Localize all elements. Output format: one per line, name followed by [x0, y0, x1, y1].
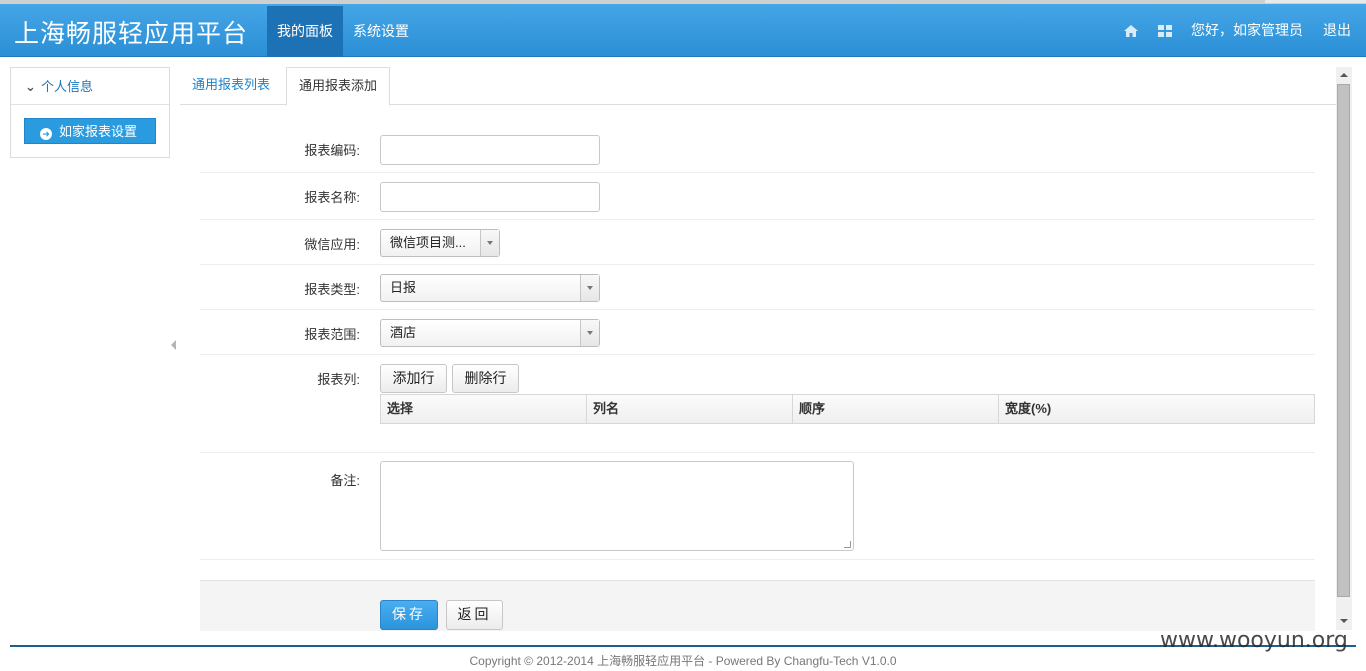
back-button[interactable]: 返回 — [446, 600, 503, 630]
sidebar-collapse-icon[interactable] — [171, 340, 176, 350]
save-button[interactable]: 保存 — [380, 600, 438, 630]
report-name-input[interactable] — [380, 182, 600, 212]
remark-label: 备注: — [330, 473, 360, 488]
scroll-down-icon[interactable] — [1340, 619, 1348, 623]
remark-textarea[interactable] — [380, 461, 854, 551]
chevron-down-icon: ⌄ — [25, 79, 36, 94]
sidebar-item-label: 如家报表设置 — [59, 124, 138, 139]
footer-copyright: Copyright © 2012-2014 上海畅服轻应用平台 - Powere… — [469, 654, 897, 668]
form-row-name: 报表名称: — [200, 173, 1315, 220]
scroll-up-icon[interactable] — [1340, 73, 1348, 77]
report-type-value: 日报 — [390, 280, 417, 295]
sidebar-item-report-settings[interactable]: ➜ 如家报表设置 — [24, 118, 156, 144]
grid-header-select[interactable]: 选择 — [381, 395, 587, 423]
tab-report-list[interactable]: 通用报表列表 — [180, 67, 282, 105]
watermark-text: www.wooyun.org — [1160, 628, 1348, 653]
report-code-label: 报表编码: — [304, 143, 360, 158]
chevron-down-icon — [580, 320, 599, 346]
chevron-down-icon — [580, 275, 599, 301]
wechat-app-value: 微信项目测... — [390, 235, 466, 250]
report-type-select[interactable]: 日报 — [380, 274, 600, 302]
report-scope-value: 酒店 — [390, 325, 417, 340]
form-row-scope: 报表范围: 酒店 — [200, 310, 1315, 355]
report-type-label: 报表类型: — [304, 282, 360, 297]
report-scope-label: 报表范围: — [304, 327, 360, 342]
tab-bar: 通用报表列表 通用报表添加 — [180, 67, 1336, 106]
form-row-app: 微信应用: 微信项目测... — [200, 220, 1315, 265]
resize-handle-icon[interactable] — [844, 541, 851, 548]
tab-report-add[interactable]: 通用报表添加 — [286, 67, 391, 106]
sidebar: ⌄ 个人信息 ➜ 如家报表设置 — [10, 67, 170, 158]
form-row-code: 报表编码: — [200, 125, 1315, 173]
delete-row-button[interactable]: 删除行 — [452, 364, 519, 393]
sidebar-section-personal-info[interactable]: ⌄ 个人信息 — [11, 68, 169, 105]
grid-icon[interactable] — [1158, 25, 1172, 37]
grid-header-width[interactable]: 宽度(%) — [999, 395, 1314, 423]
home-icon[interactable] — [1124, 25, 1138, 37]
form-row-type: 报表类型: 日报 — [200, 265, 1315, 310]
scrollbar-thumb[interactable] — [1337, 84, 1350, 597]
chevron-down-icon — [480, 230, 499, 256]
report-code-input[interactable] — [380, 135, 600, 165]
add-row-button[interactable]: 添加行 — [380, 364, 447, 393]
wechat-app-label: 微信应用: — [304, 237, 360, 252]
nav-system-settings[interactable]: 系统设置 — [343, 6, 419, 57]
grid-header-order[interactable]: 顺序 — [793, 395, 999, 423]
grid-header-column-name[interactable]: 列名 — [587, 395, 793, 423]
report-columns-label: 报表列: — [317, 372, 360, 387]
scrollbar-thumb[interactable] — [0, 0, 1265, 3]
report-scope-select[interactable]: 酒店 — [380, 319, 600, 347]
footer-divider — [10, 645, 1356, 647]
user-greeting[interactable]: 您好，如家管理员 — [1191, 4, 1303, 57]
content-scrollbar[interactable] — [1336, 67, 1352, 630]
report-name-label: 报表名称: — [304, 190, 360, 205]
sidebar-section-label: 个人信息 — [41, 79, 94, 94]
report-columns-grid: 选择 列名 顺序 宽度(%) — [380, 394, 1315, 424]
brand-title: 上海畅服轻应用平台 — [14, 19, 249, 48]
wechat-app-select[interactable]: 微信项目测... — [380, 229, 500, 257]
logout-link[interactable]: 退出 — [1323, 4, 1351, 57]
form-actions-bar: 保存 返回 — [200, 580, 1315, 631]
arrow-circle-icon: ➜ — [40, 128, 52, 140]
top-navbar: 上海畅服轻应用平台 我的面板 系统设置 您好，如家管理员 退出 — [0, 4, 1366, 57]
nav-my-panel[interactable]: 我的面板 — [267, 6, 343, 57]
